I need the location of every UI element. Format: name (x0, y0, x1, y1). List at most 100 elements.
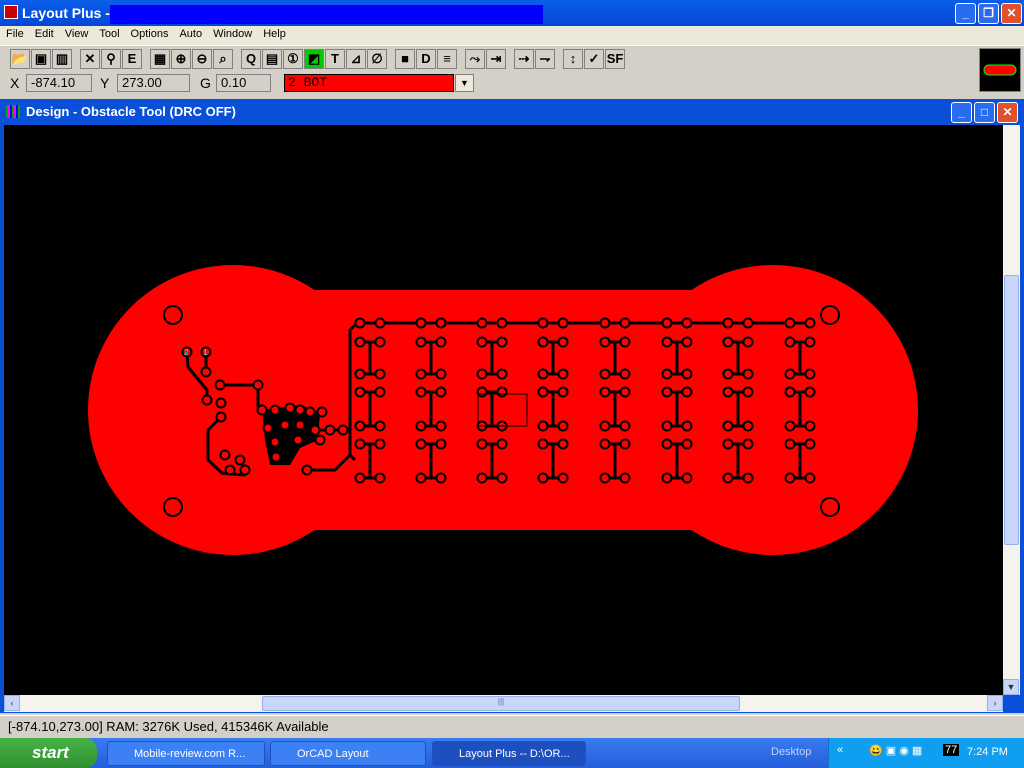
pad (804, 438, 816, 450)
connect-icon[interactable]: ⇢ (514, 49, 534, 69)
color-icon[interactable]: ■ (395, 49, 415, 69)
pad (374, 368, 386, 380)
error-icon[interactable]: ∅ (367, 49, 387, 69)
component-icon[interactable]: ▤ (262, 49, 282, 69)
pad (415, 336, 427, 348)
toolbar: 📂 ▣ ▥ ✕ ⚲ E ▦ ⊕ ⊖ ⌕ Q ▤ ① ◩ T ⊿ ∅ ■ D ≡ ⤳ ⇥ ⇢ ⇁ ↕ ✓ SF (0, 45, 1024, 71)
pad (537, 420, 549, 432)
pad (476, 336, 488, 348)
zoom-in-icon[interactable]: ⊕ (171, 49, 191, 69)
menu-view[interactable]: View (59, 26, 94, 40)
find-icon[interactable]: ⚲ (101, 49, 121, 69)
pad (476, 317, 488, 329)
pad (681, 438, 693, 450)
library-icon[interactable]: ▥ (52, 49, 72, 69)
menu-help[interactable]: Help (257, 26, 291, 40)
zoom-out-icon[interactable]: ⊖ (192, 49, 212, 69)
pad (804, 386, 816, 398)
task-label: OrCAD Layout (297, 748, 369, 760)
grid-field[interactable]: 0.10 (216, 74, 271, 92)
pad (742, 386, 754, 398)
pcb-canvas[interactable]: 21 (4, 125, 1003, 695)
pad (599, 438, 611, 450)
pad (201, 394, 213, 406)
zoom-all-icon[interactable]: ⌕ (213, 49, 233, 69)
menu-file[interactable]: File (0, 26, 29, 40)
scroll-left-icon[interactable]: ‹ (4, 695, 20, 711)
design-close-button[interactable]: ✕ (997, 102, 1018, 123)
tray-expand-icon[interactable]: « (837, 744, 843, 756)
pad (314, 434, 326, 446)
menu-auto[interactable]: Auto (173, 26, 207, 40)
task-orcad-layout[interactable]: OrCAD Layout (270, 741, 426, 766)
dimension-icon[interactable]: ⊿ (346, 49, 366, 69)
pad (681, 336, 693, 348)
pad (661, 420, 673, 432)
desktop-toolbar[interactable]: Desktop (771, 746, 811, 758)
start-button[interactable]: start (0, 738, 97, 768)
vertical-scrollbar[interactable]: ▼ (1003, 125, 1020, 695)
layer-dropdown-arrow-icon[interactable]: ▼ (455, 74, 474, 92)
horizontal-scrollbar[interactable]: ‹ ||| › (4, 695, 1003, 712)
grid-icon[interactable]: ▦ (150, 49, 170, 69)
pin-icon[interactable]: ① (283, 49, 303, 69)
drc-check-icon[interactable]: ✓ (584, 49, 604, 69)
pad (269, 436, 281, 448)
layer-select[interactable]: 2 BOT (284, 74, 454, 92)
task-firefox[interactable]: Mobile-review.com R... (107, 741, 265, 766)
pad (374, 336, 386, 348)
system-tray: « 😀 ▣ ◉ ▦ 77 7:24 PM (828, 738, 1024, 768)
pad (722, 472, 734, 484)
menu-options[interactable]: Options (125, 26, 174, 40)
scroll-right-icon[interactable]: › (987, 695, 1003, 711)
pad (354, 386, 366, 398)
edit-icon[interactable]: E (122, 49, 142, 69)
pad (435, 368, 447, 380)
pad (681, 368, 693, 380)
restore-button[interactable]: ❐ (978, 3, 999, 24)
pad (374, 472, 386, 484)
pad (214, 379, 226, 391)
pad (294, 419, 306, 431)
design-maximize-button[interactable]: □ (974, 102, 995, 123)
close-button[interactable]: ✕ (1001, 3, 1022, 24)
pad (619, 438, 631, 450)
open-icon[interactable]: 📂 (10, 49, 30, 69)
menu-tool[interactable]: Tool (93, 26, 124, 40)
pad (619, 336, 631, 348)
pad (619, 368, 631, 380)
shove-icon[interactable]: ⇥ (486, 49, 506, 69)
tray-counter[interactable]: 77 (943, 744, 960, 756)
pad (784, 472, 796, 484)
vertical-scroll-thumb[interactable] (1004, 275, 1019, 545)
menu-edit[interactable]: Edit (29, 26, 59, 40)
query-icon[interactable]: Q (241, 49, 261, 69)
pad (279, 419, 291, 431)
reconnect-icon[interactable]: ⇁ (535, 49, 555, 69)
minimize-button[interactable]: _ (955, 3, 976, 24)
text-icon[interactable]: T (325, 49, 345, 69)
status-bar: [-874.10,273.00] RAM: 3276K Used, 415346… (0, 715, 1024, 737)
strategy-icon[interactable]: SF (605, 49, 625, 69)
pad (284, 402, 296, 414)
pad (784, 336, 796, 348)
drc-icon[interactable]: D (416, 49, 436, 69)
tray-icons[interactable]: 😀 ▣ ◉ ▦ (869, 744, 922, 757)
pad (374, 438, 386, 450)
horizontal-scroll-thumb[interactable]: ||| (262, 696, 740, 711)
pad (557, 438, 569, 450)
pad (661, 438, 673, 450)
pad (661, 472, 673, 484)
route-icon[interactable]: ⤳ (465, 49, 485, 69)
design-minimize-button[interactable]: _ (951, 102, 972, 123)
delete-icon[interactable]: ✕ (80, 49, 100, 69)
online-drc-icon[interactable]: ↕ (563, 49, 583, 69)
pad (537, 472, 549, 484)
task-layout-plus[interactable]: Layout Plus -- D:\OR... (432, 741, 586, 766)
obstacle-icon[interactable]: ◩ (304, 49, 324, 69)
pad (681, 472, 693, 484)
save-icon[interactable]: ▣ (31, 49, 51, 69)
spreadsheet-icon[interactable]: ≡ (437, 49, 457, 69)
scroll-down-icon[interactable]: ▼ (1003, 679, 1019, 695)
menu-window[interactable]: Window (207, 26, 257, 40)
